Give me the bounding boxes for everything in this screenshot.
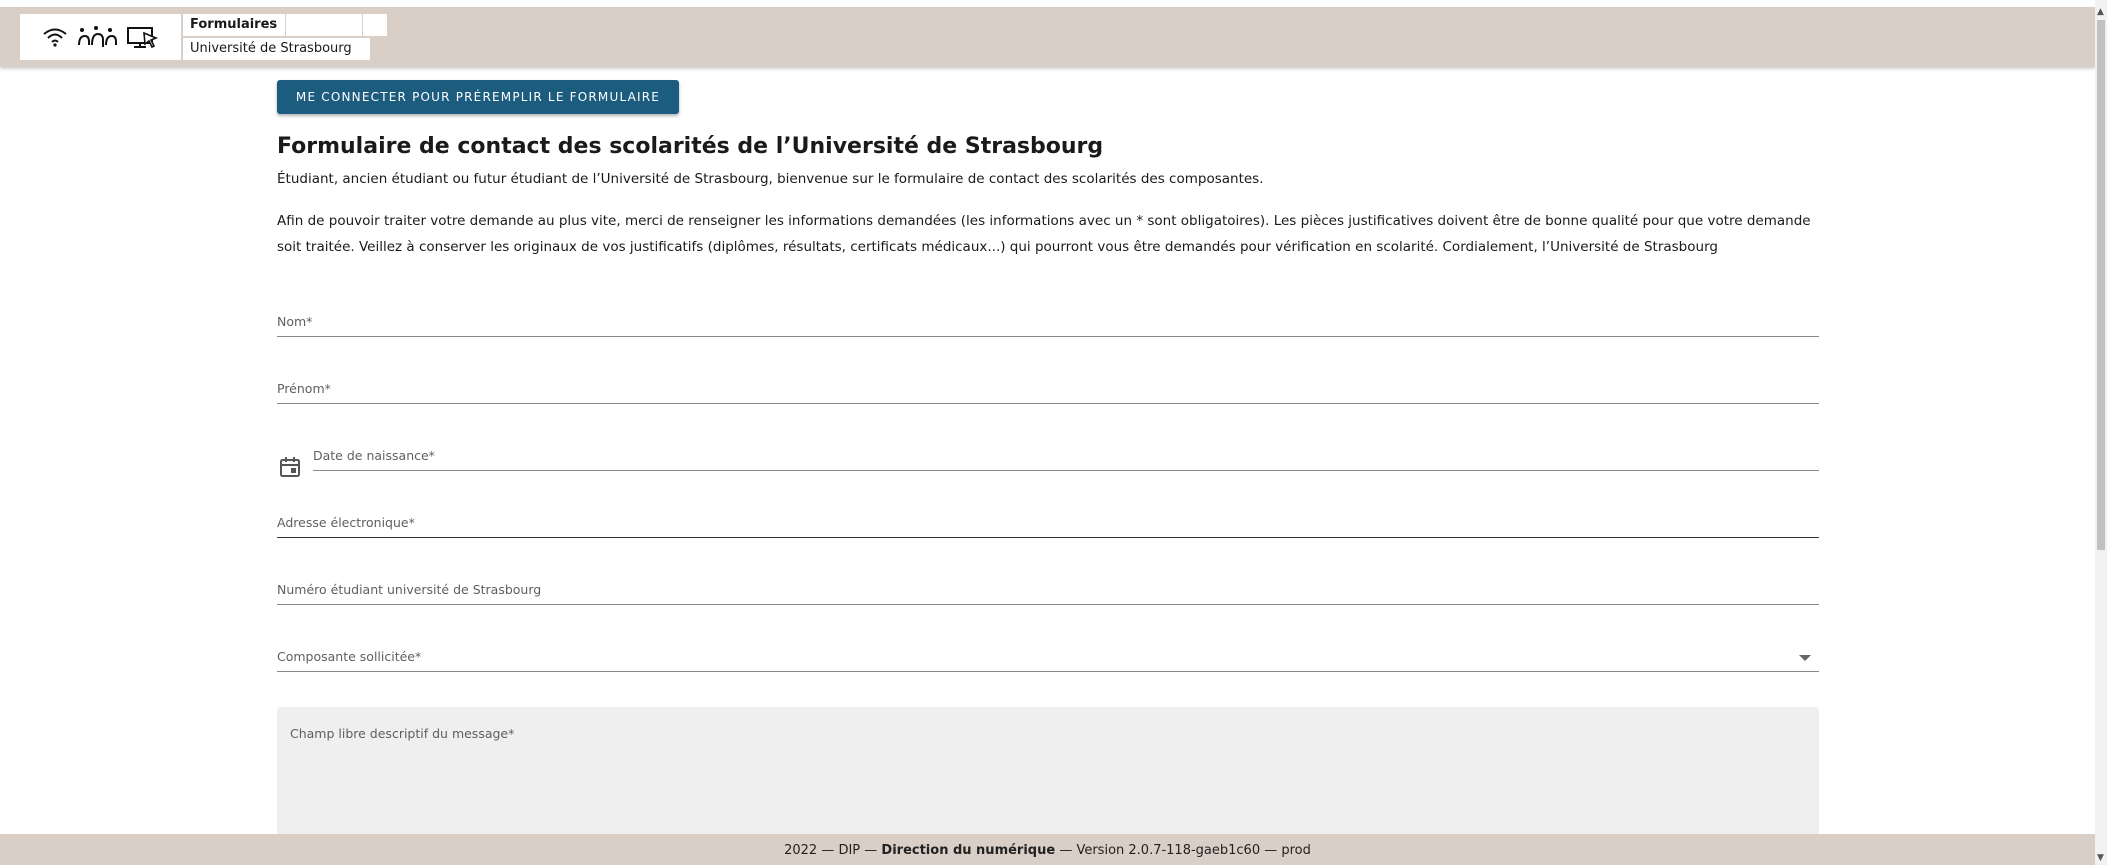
- scroll-thumb[interactable]: [2097, 20, 2105, 550]
- top-bar: Formulaires Université de Strasbourg: [0, 7, 2095, 67]
- screen-cursor-icon: [126, 24, 160, 50]
- form-intro: Étudiant, ancien étudiant ou futur étudi…: [277, 171, 1264, 187]
- header-subtitle: Université de Strasbourg: [183, 38, 370, 60]
- scrollbar[interactable]: ▲ ▼: [2095, 0, 2107, 865]
- message-label: Champ libre descriptif du message*: [290, 726, 515, 741]
- prenom-label: Prénom*: [277, 381, 331, 396]
- email-label: Adresse électronique*: [277, 515, 415, 530]
- nom-field[interactable]: Nom*: [277, 306, 1819, 337]
- email-field[interactable]: Adresse électronique*: [277, 507, 1819, 538]
- date-naissance-field[interactable]: Date de naissance*: [313, 440, 1819, 471]
- numero-etudiant-label: Numéro étudiant université de Strasbourg: [277, 582, 542, 597]
- footer: 2022 — DIP — Direction du numérique — Ve…: [0, 834, 2095, 865]
- dropdown-arrow-icon[interactable]: [1799, 655, 1811, 661]
- footer-org-short: DIP: [838, 843, 861, 858]
- footer-env: prod: [1281, 843, 1311, 858]
- header-blank-cell: [363, 14, 388, 36]
- header-tab-strip: Formulaires Université de Strasbourg: [183, 14, 388, 60]
- header-title: Formulaires: [183, 14, 286, 36]
- footer-year: 2022: [784, 843, 818, 858]
- scroll-down-icon[interactable]: ▼: [2097, 854, 2104, 863]
- logo-box: [20, 14, 181, 60]
- composante-select[interactable]: Composante sollicitée*: [277, 641, 1819, 672]
- footer-version: Version 2.0.7-118-gaeb1c60: [1076, 843, 1261, 858]
- header-blank-cell: [286, 14, 363, 36]
- prenom-field[interactable]: Prénom*: [277, 373, 1819, 404]
- login-prefill-button[interactable]: ME CONNECTER POUR PRÉREMPLIR LE FORMULAI…: [277, 80, 679, 114]
- calendar-icon[interactable]: [279, 456, 301, 478]
- wifi-icon: [42, 26, 68, 48]
- form-description: Afin de pouvoir traiter votre demande au…: [277, 213, 1811, 255]
- date-naissance-label: Date de naissance*: [313, 448, 435, 463]
- numero-etudiant-field[interactable]: Numéro étudiant université de Strasbourg: [277, 574, 1819, 605]
- form-title: Formulaire de contact des scolarités de …: [277, 134, 1104, 159]
- page: Formulaires Université de Strasbourg ME …: [0, 0, 2107, 865]
- network-icon: [76, 25, 118, 49]
- footer-org-full: Direction du numérique: [881, 843, 1056, 858]
- nom-label: Nom*: [277, 314, 313, 329]
- scroll-up-icon[interactable]: ▲: [2097, 8, 2104, 17]
- composante-label: Composante sollicitée*: [277, 649, 422, 664]
